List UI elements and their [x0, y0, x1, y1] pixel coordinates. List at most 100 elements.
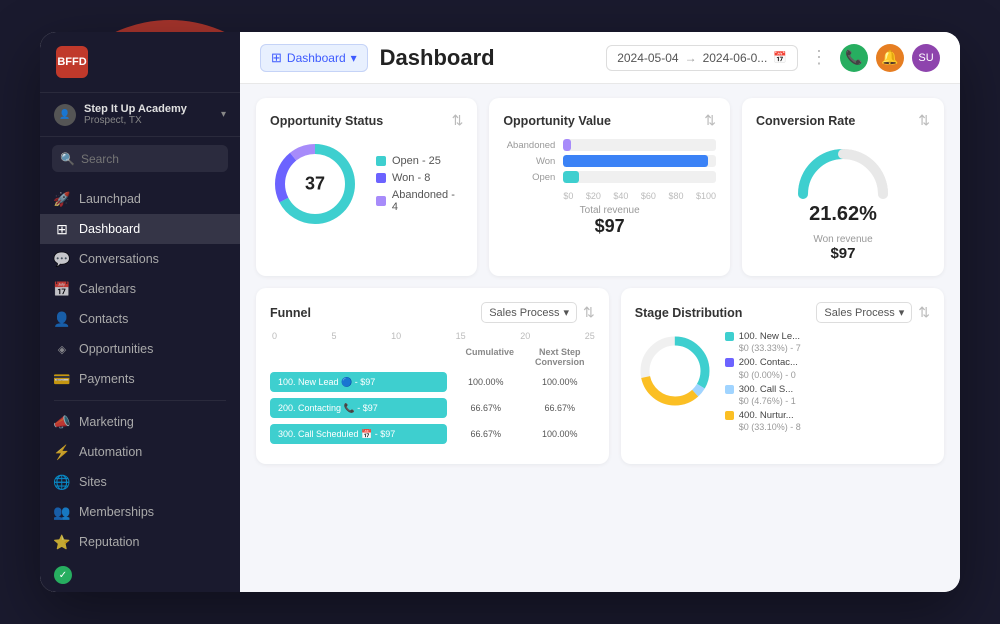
conversations-icon: 💬 [54, 251, 70, 267]
funnel-axis: 0 5 10 15 20 25 [270, 331, 595, 341]
widgets-row-1: Opportunity Status ⇅ [256, 98, 944, 276]
sidebar-item-label: Sites [79, 475, 107, 489]
sidebar-item-automation[interactable]: ⚡ Automation [40, 437, 240, 467]
sidebar-item-label: Payments [79, 372, 135, 386]
funnel-selector-label: Sales Process [489, 307, 559, 319]
stage-dot-4 [725, 411, 734, 420]
account-avatar: 👤 [54, 104, 76, 126]
opp-value-label: Total revenue [503, 205, 716, 216]
dashboard-view-button[interactable]: ⊞ Dashboard ▾ [260, 44, 368, 72]
funnel-cumulative: 66.67% [451, 429, 521, 439]
sidebar-bottom-bar: ✓ [40, 558, 240, 592]
stage-legend-item-1: 100. New Le... $0 (33.33%) - 7 [725, 331, 801, 353]
search-input[interactable] [81, 152, 236, 166]
account-info: Step It Up Academy Prospect, TX [84, 103, 213, 126]
stage-donut-svg [635, 331, 715, 411]
opportunity-value-widget: Opportunity Value ⇅ Abandoned [489, 98, 730, 276]
donut-area: 37 Open - 25 Won - 8 [270, 139, 463, 229]
funnel-bar-label: 200. Contacting 📞 - $97 [278, 403, 378, 414]
legend-item-open: Open - 25 [376, 155, 463, 167]
sidebar-item-label: Memberships [79, 505, 154, 519]
user-avatar-button[interactable]: SU [912, 44, 940, 72]
reputation-icon: ⭐ [54, 534, 70, 550]
sidebar-item-memberships[interactable]: 👥 Memberships [40, 497, 240, 527]
funnel-next: 66.67% [525, 403, 595, 413]
sidebar-item-dashboard[interactable]: ⊞ Dashboard [40, 214, 240, 244]
account-name: Step It Up Academy [84, 103, 213, 115]
stage-selector[interactable]: Sales Process ▾ [816, 302, 912, 323]
funnel-row-2: 200. Contacting 📞 - $97 66.67% 66.67% [270, 398, 595, 418]
page-title: Dashboard [380, 45, 595, 71]
funnel-cumulative: 66.67% [451, 403, 521, 413]
sidebar-item-payments[interactable]: 💳 Payments [40, 364, 240, 394]
sidebar-nav: 🚀 Launchpad ⊞ Dashboard 💬 Conversations … [40, 180, 240, 558]
widget-title: Conversion Rate [756, 114, 855, 128]
date-range-picker[interactable]: 2024-05-04 → 2024-06-0... 📅 [606, 45, 798, 71]
widgets-row-2: Funnel Sales Process ▾ ⇅ 0 5 [256, 288, 944, 464]
legend-label-abandoned: Abandoned - 4 [392, 189, 463, 213]
widget-settings-icon[interactable]: ⇅ [918, 112, 930, 129]
logo-icon: BFFD [56, 46, 88, 78]
chevron-down-icon: ▾ [899, 306, 905, 319]
account-chevron-icon: ▾ [221, 109, 226, 120]
bell-icon-button[interactable]: 🔔 [876, 44, 904, 72]
chevron-down-icon: ▾ [351, 51, 357, 65]
widget-settings-icon[interactable]: ⇅ [452, 112, 464, 129]
sidebar-item-calendars[interactable]: 📅 Calendars [40, 274, 240, 304]
legend-label-won: Won - 8 [392, 172, 430, 184]
sidebar-item-contacts[interactable]: 👤 Contacts [40, 304, 240, 334]
funnel-header: Funnel Sales Process ▾ ⇅ [270, 302, 595, 323]
legend-dot-abandoned [376, 196, 386, 206]
bar-fill [563, 155, 708, 167]
sidebar-item-marketing[interactable]: 📣 Marketing [40, 407, 240, 437]
funnel-bar-label: 100. New Lead 🔵 - $97 [278, 377, 375, 388]
sidebar-account[interactable]: 👤 Step It Up Academy Prospect, TX ▾ [40, 93, 240, 137]
funnel-bar: 300. Call Scheduled 📅 - $97 [270, 424, 447, 444]
widgets-area: Opportunity Status ⇅ [240, 84, 960, 592]
sidebar-item-sites[interactable]: 🌐 Sites [40, 467, 240, 497]
more-options-icon[interactable]: ⋮ [810, 47, 828, 68]
app-wrapper: BFFD 👤 Step It Up Academy Prospect, TX ▾… [0, 0, 1000, 624]
stage-legend-item-4: 400. Nurtur... $0 (33.10%) - 8 [725, 410, 801, 432]
chevron-down-icon: ▾ [564, 306, 570, 319]
chart-axis: $0 $20 $40 $60 $80 $100 [563, 191, 716, 201]
date-arrow: → [685, 51, 697, 65]
sidebar-search[interactable]: 🔍 ⌘K ＋ [52, 145, 228, 172]
sidebar-item-label: Calendars [79, 282, 136, 296]
axis-80: $80 [668, 191, 683, 201]
bar-label: Open [503, 172, 555, 183]
launchpad-icon: 🚀 [54, 191, 70, 207]
sidebar-item-label: Reputation [79, 535, 139, 549]
axis-60: $60 [641, 191, 656, 201]
axis-25: 25 [585, 331, 595, 341]
sidebar-item-launchpad[interactable]: 🚀 Launchpad [40, 184, 240, 214]
bar-fill [563, 139, 571, 151]
automation-icon: ⚡ [54, 444, 70, 460]
opportunity-status-widget: Opportunity Status ⇅ [256, 98, 477, 276]
stage-label-3: 300. Call S... [739, 384, 796, 396]
phone-icon-button[interactable]: 📞 [840, 44, 868, 72]
sidebar-item-reputation[interactable]: ⭐ Reputation [40, 527, 240, 557]
sidebar: BFFD 👤 Step It Up Academy Prospect, TX ▾… [40, 32, 240, 592]
main-container: BFFD 👤 Step It Up Academy Prospect, TX ▾… [40, 32, 960, 592]
funnel-next: 100.00% [525, 429, 595, 439]
stage-legend-item-2: 200. Contac... $0 (0.00%) - 0 [725, 357, 801, 379]
widget-title: Opportunity Status [270, 114, 383, 128]
dashboard-view-icon: ⊞ [271, 50, 282, 66]
funnel-selector[interactable]: Sales Process ▾ [481, 302, 577, 323]
bar-fill [563, 171, 578, 183]
status-indicator: ✓ [54, 566, 72, 584]
widget-settings-icon[interactable]: ⇅ [918, 304, 930, 321]
sites-icon: 🌐 [54, 474, 70, 490]
sidebar-item-label: Launchpad [79, 192, 141, 206]
sidebar-item-opportunities[interactable]: ◈ Opportunities [40, 334, 240, 364]
bar-row-won: Won [503, 155, 716, 167]
top-bar: ⊞ Dashboard ▾ Dashboard 2024-05-04 → 202… [240, 32, 960, 84]
widget-settings-icon[interactable]: ⇅ [704, 112, 716, 129]
widget-settings-icon[interactable]: ⇅ [583, 304, 595, 321]
donut-center-value: 37 [305, 174, 325, 195]
sidebar-item-conversations[interactable]: 💬 Conversations [40, 244, 240, 274]
stage-donut-chart [635, 331, 715, 411]
sidebar-item-label: Opportunities [79, 342, 153, 356]
date-end: 2024-06-0... [703, 51, 768, 65]
